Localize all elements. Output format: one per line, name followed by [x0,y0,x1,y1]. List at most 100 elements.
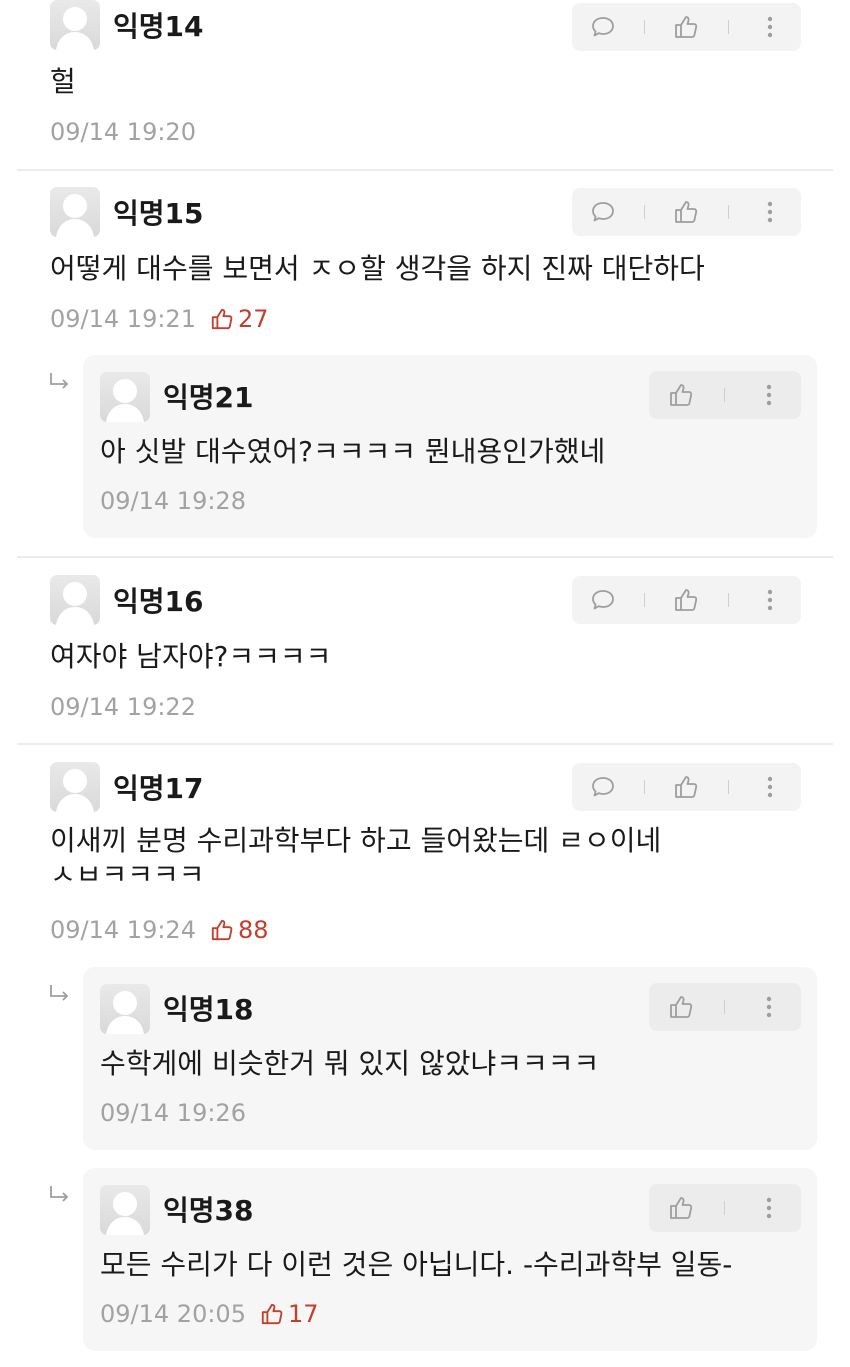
comment-meta: 09/14 19:21 27 [50,304,269,334]
comment-meta: 09/14 19:22 [50,692,196,722]
vertical-dots-icon [766,996,772,1018]
action-separator [727,593,729,607]
comment-actions [572,763,801,811]
vote-count: 27 [210,304,269,334]
like-button[interactable] [661,375,701,415]
action-separator [644,593,646,607]
vote-count: 17 [260,1299,319,1329]
comment-text: 이새끼 분명 수리과학부다 하고 들어왔는데 ㄹㅇ이네 [50,824,662,857]
reply-comment: 익명38 모든 수리가 다 이런 것은 아닙니다. -수리과학부 일동- 09/… [83,1168,817,1351]
comment-time: 09/14 19:28 [100,487,246,515]
like-button[interactable] [666,767,706,807]
comment-actions [572,576,801,624]
more-button[interactable] [750,580,790,620]
comment-time: 09/14 20:05 [100,1300,246,1328]
reply-arrow-icon [50,985,69,1001]
reply-comment: 익명18 수학게에 비슷한거 뭐 있지 않았냐ㅋㅋㅋㅋ 09/14 19:26 [83,967,817,1150]
vertical-dots-icon [766,384,772,406]
comment-author: 익명16 [113,585,204,618]
speech-bubble-icon [591,202,614,222]
comment-text: 모든 수리가 다 이런 것은 아닙니다. -수리과학부 일동- [100,1248,733,1281]
comment-divider [17,743,833,745]
comment-meta: 09/14 19:26 [100,1098,246,1128]
thumbs-up-icon [675,201,698,223]
comment-text-continued: ㅅㅂㅋㅋㅋㅋ [50,858,205,888]
reply-comment: 익명21 아 싯발 대수였어?ㅋㅋㅋㅋ 뭔내용인가했네 09/14 19:28 [83,355,817,538]
comment-divider [17,556,833,558]
vote-count: 88 [210,915,269,945]
speech-bubble-icon [591,777,614,797]
action-separator [644,20,646,34]
comment-time: 09/14 19:21 [50,305,196,333]
reply-button[interactable] [583,7,623,47]
thumbs-up-icon [261,1303,283,1325]
comment-text: 아 싯발 대수였어?ㅋㅋㅋㅋ 뭔내용인가했네 [100,435,606,468]
comment-time: 09/14 19:22 [50,693,196,721]
comment-divider [17,169,833,171]
reply-arrow-icon [50,1186,69,1202]
thumbs-up-icon [675,589,698,611]
action-separator [724,388,726,402]
comment: 익명16 여자야 남자야?ㅋㅋㅋㅋ 09/14 19:22 [0,575,850,745]
avatar-icon[interactable] [50,762,100,812]
like-button[interactable] [666,7,706,47]
thumbs-up-icon [669,1197,692,1219]
comment-meta: 09/14 19:24 88 [50,915,269,945]
action-separator [644,780,646,794]
avatar-icon[interactable] [50,575,100,625]
vote-number: 88 [237,916,269,944]
comment-author: 익명15 [113,197,204,230]
comment: 익명15 어떻게 대수를 보면서 ㅈㅇ할 생각을 하지 진짜 대단하다 09/1… [0,187,850,557]
comment-text: 어떻게 대수를 보면서 ㅈㅇ할 생각을 하지 진짜 대단하다 [50,252,705,285]
more-button[interactable] [750,192,790,232]
thumbs-up-icon [675,776,698,798]
avatar-icon[interactable] [100,1185,150,1235]
reply-button[interactable] [583,767,623,807]
vertical-dots-icon [766,1197,772,1219]
like-button[interactable] [666,580,706,620]
comment-time: 09/14 19:24 [50,916,196,944]
like-button[interactable] [661,1188,701,1228]
vertical-dots-icon [768,16,773,38]
avatar-icon[interactable] [100,372,150,422]
action-separator [724,1000,726,1014]
comment-author: 익명17 [113,772,204,805]
comment-actions [649,1184,801,1232]
comment-author: 익명21 [163,381,254,414]
reply-button[interactable] [583,192,623,232]
comment: 익명14 헐 09/14 19:20 [0,0,850,170]
reply-button[interactable] [583,580,623,620]
comment-text: 헐 [50,65,76,98]
more-button[interactable] [749,987,789,1027]
like-button[interactable] [666,192,706,232]
thumbs-up-icon [669,384,692,406]
avatar-icon[interactable] [50,0,100,50]
comment-meta: 09/14 20:05 17 [100,1299,319,1329]
like-button[interactable] [661,987,701,1027]
more-button[interactable] [749,1188,789,1228]
thumbs-up-icon [211,308,233,330]
comment: 익명17 이새끼 분명 수리과학부다 하고 들어왔는데 ㄹㅇ이네 ㅅㅂㅋㅋㅋㅋ … [0,762,850,1367]
comment-author: 익명14 [113,10,204,43]
action-separator [724,1201,726,1215]
comment-text: 여자야 남자야?ㅋㅋㅋㅋ [50,640,332,673]
action-separator [727,780,729,794]
thumbs-up-icon [211,919,233,941]
reply-arrow-icon [50,373,69,389]
comment-meta: 09/14 19:28 [100,486,246,516]
thumbs-up-icon [675,16,698,38]
thumbs-up-icon [669,996,692,1018]
speech-bubble-icon [591,17,614,37]
vote-number: 17 [287,1300,319,1328]
comment-actions [572,188,801,236]
comment-meta: 09/14 19:20 [50,117,196,147]
avatar-icon[interactable] [100,984,150,1034]
comment-author: 익명18 [163,993,254,1026]
more-button[interactable] [750,7,790,47]
avatar-icon[interactable] [50,187,100,237]
more-button[interactable] [750,767,790,807]
action-separator [727,20,729,34]
comment-text: 수학게에 비슷한거 뭐 있지 않았냐ㅋㅋㅋㅋ [100,1047,600,1080]
comment-author: 익명38 [163,1194,254,1227]
more-button[interactable] [749,375,789,415]
